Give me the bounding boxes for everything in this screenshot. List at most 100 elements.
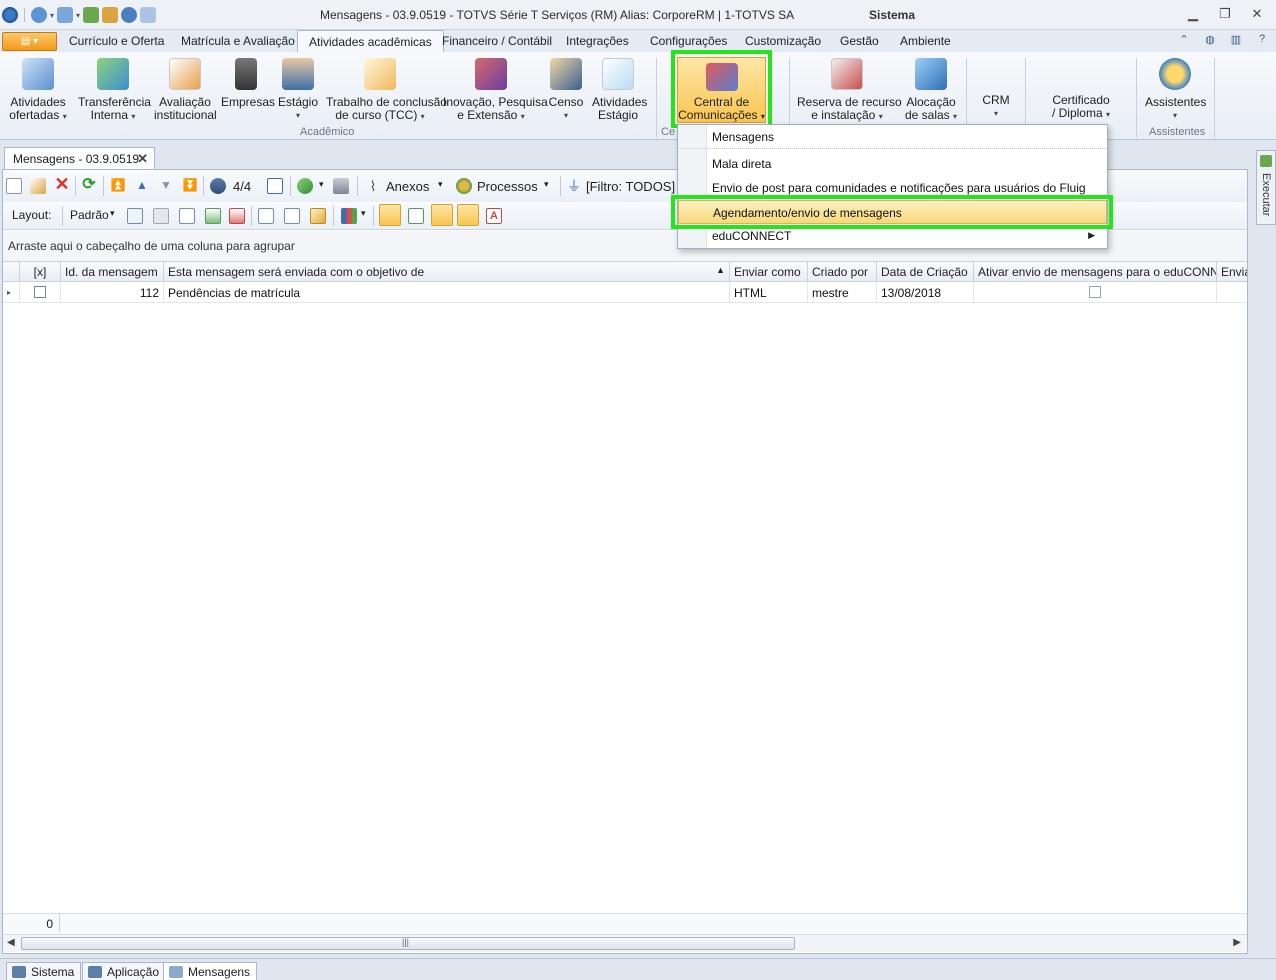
view-mode-4-button[interactable] (457, 204, 479, 226)
assistentes-button[interactable]: Assistentes ▾ (1145, 58, 1206, 122)
tab-curriculo-oferta[interactable]: Currículo e Oferta (69, 34, 164, 48)
navigate-icon[interactable] (297, 178, 313, 194)
layout-icon[interactable]: ▥ (1228, 33, 1244, 49)
table-row[interactable]: ▸ 112 Pendências de matrícula HTML mestr… (3, 283, 1247, 303)
chevron-down-icon[interactable]: ▾ (50, 11, 54, 20)
app-logo-icon[interactable] (2, 7, 18, 23)
paperclip-icon[interactable]: ⌇ (365, 178, 381, 194)
horizontal-scrollbar[interactable]: ◀ ||| ▶ (3, 934, 1247, 952)
binoculars-icon[interactable] (210, 178, 226, 194)
globe-icon[interactable] (31, 7, 47, 23)
gears-icon[interactable] (456, 178, 472, 194)
censo-button[interactable]: Censo ▾ (547, 58, 585, 122)
empresas-button[interactable]: Empresas (221, 58, 275, 109)
transferencia-interna-button[interactable]: Transferência Interna ▾ (78, 58, 151, 123)
document-tab-mensagens[interactable]: Mensagens - 03.9.0519 ✕ (4, 147, 155, 170)
application-menu-button[interactable]: ▤ ▾ (2, 32, 57, 51)
save-layout-icon[interactable] (127, 208, 143, 224)
tcc-button[interactable]: Trabalho de conclusão de curso (TCC) ▾ (326, 58, 447, 123)
delete-layout-icon[interactable] (153, 208, 169, 224)
column-header-id[interactable]: Id. da mensagem (61, 262, 164, 282)
restore-icon[interactable]: ❐ (1216, 6, 1234, 22)
anexos-button[interactable]: Anexos (386, 179, 429, 194)
row-checkbox[interactable] (34, 286, 46, 298)
tools-icon[interactable] (102, 7, 119, 23)
chevron-down-icon[interactable]: ▾ (110, 208, 115, 219)
previous-record-icon[interactable]: ▲ (134, 178, 150, 194)
crm-button[interactable]: CRM ▾ (976, 94, 1016, 120)
tab-customizacao[interactable]: Customização (745, 34, 821, 48)
tab-gestao[interactable]: Gestão (840, 34, 879, 48)
calendar-grid-icon[interactable] (267, 178, 283, 194)
close-icon[interactable]: ✕ (137, 151, 148, 167)
atividades-ofertadas-button[interactable]: Atividades ofertadas ▾ (8, 58, 68, 123)
layout-select[interactable]: Padrão (70, 208, 109, 222)
edit-icon[interactable] (30, 178, 46, 194)
chart-icon[interactable] (341, 208, 357, 224)
chevron-down-icon[interactable]: ▾ (319, 179, 324, 190)
first-record-icon[interactable]: ⏫ (110, 178, 126, 194)
processos-button[interactable]: Processos (477, 179, 538, 194)
view-mode-1-button[interactable] (379, 204, 401, 226)
globe-search-icon[interactable] (121, 7, 138, 23)
certificado-diploma-button[interactable]: Certificado / Diploma ▾ (1044, 94, 1118, 121)
cell-enviar-como[interactable]: HTML (730, 283, 808, 303)
filter-label[interactable]: [Filtro: TODOS] (586, 179, 675, 194)
tab-integracoes[interactable]: Integrações (566, 34, 629, 48)
refresh-icon[interactable]: ⟳ (81, 177, 97, 193)
tab-ambiente[interactable]: Ambiente (900, 34, 951, 48)
tab-atividades-academicas[interactable]: Atividades acadêmicas (297, 30, 444, 53)
chevron-down-icon[interactable]: ▾ (544, 179, 549, 190)
highlight-icon[interactable] (310, 208, 326, 224)
statusbar-tab-mensagens[interactable]: Mensagens (163, 962, 258, 980)
menu-item-mala-direta[interactable]: Mala direta (678, 152, 1107, 176)
view-mode-2-icon[interactable] (408, 208, 424, 224)
menu-item-mensagens[interactable]: Mensagens (678, 125, 1107, 149)
column-header-envia[interactable]: Envia (1217, 262, 1247, 282)
new-document-icon[interactable] (6, 178, 22, 194)
estagio-button[interactable]: Estágio ▾ (277, 58, 319, 122)
column-header-enviar-como[interactable]: Enviar como (730, 262, 808, 282)
import-icon[interactable] (205, 208, 221, 224)
executar-side-panel[interactable]: Executar (1256, 150, 1276, 225)
scroll-left-icon[interactable]: ◀ (7, 937, 15, 948)
column-header-select[interactable]: [x] (20, 262, 61, 282)
educonnect-checkbox[interactable] (1089, 286, 1101, 298)
avaliacao-institucional-button[interactable]: Avaliação institucional (154, 58, 217, 122)
window-icon[interactable] (57, 7, 74, 23)
cell-id[interactable]: 112 (61, 283, 164, 303)
help-icon[interactable]: ? (1254, 33, 1270, 49)
close-icon[interactable]: ✕ (1248, 6, 1266, 22)
scroll-thumb[interactable]: ||| (21, 937, 795, 950)
copy-icon[interactable] (140, 7, 157, 23)
column-header-educonnect[interactable]: Ativar envio de mensagens para o eduCONN… (974, 262, 1217, 282)
view-mode-3-button[interactable] (431, 204, 453, 226)
reserva-recurso-button[interactable]: Reserva de recurso e instalação ▾ (797, 58, 902, 123)
print-icon[interactable] (333, 178, 349, 194)
collapse-ribbon-icon[interactable]: ⌃ (1176, 33, 1192, 49)
next-record-icon[interactable]: ▼ (158, 178, 174, 194)
column-header-data-criacao[interactable]: Data de Criação (877, 262, 974, 282)
last-record-icon[interactable]: ⏬ (182, 178, 198, 194)
atividades-estagio-button[interactable]: Atividades Estágio (592, 58, 647, 122)
statusbar-tab-sistema[interactable]: Sistema (6, 962, 82, 980)
export-icon[interactable] (229, 208, 245, 224)
sum-icon[interactable] (284, 208, 300, 224)
columns-icon[interactable] (258, 208, 274, 224)
delete-icon[interactable]: ✕ (54, 175, 70, 193)
cell-criado-por[interactable]: mestre (808, 283, 877, 303)
tab-matricula-avaliacao[interactable]: Matrícula e Avaliação (181, 34, 295, 48)
cell-objetivo[interactable]: Pendências de matrícula (164, 283, 730, 303)
statusbar-tab-aplicacao[interactable]: Aplicação (82, 962, 167, 980)
inovacao-pesquisa-button[interactable]: Inovação, Pesquisa e Extensão ▾ (443, 58, 548, 123)
chevron-down-icon[interactable]: ▾ (361, 208, 366, 219)
chevron-down-icon[interactable]: ▾ (438, 179, 443, 190)
column-header-objetivo[interactable]: Esta mensagem será enviada com o objetiv… (164, 262, 730, 282)
filter-icon[interactable]: ⏚ (566, 178, 582, 194)
column-header-criado-por[interactable]: Criado por (808, 262, 877, 282)
cell-data-criacao[interactable]: 13/08/2018 (877, 283, 974, 303)
alocacao-salas-button[interactable]: Alocação de salas ▾ (903, 58, 959, 123)
grid-icon[interactable] (179, 208, 195, 224)
export-icon[interactable] (83, 7, 100, 23)
tab-financeiro-contabil[interactable]: Financeiro / Contábil (442, 34, 552, 48)
